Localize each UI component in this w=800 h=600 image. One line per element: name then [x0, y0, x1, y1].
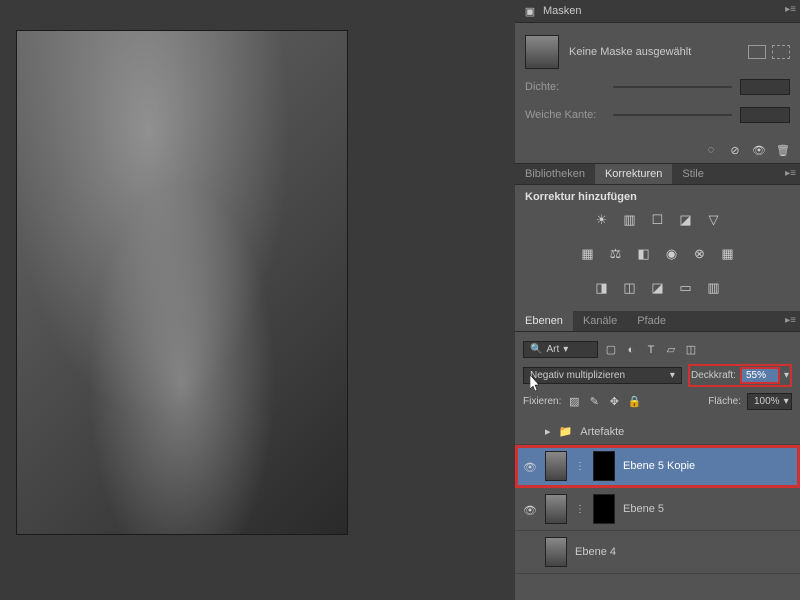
- gradient-map-icon[interactable]: ▭: [676, 279, 696, 297]
- chevron-down-icon[interactable]: ▾: [784, 370, 789, 381]
- lock-all-icon[interactable]: 🔒: [627, 395, 641, 409]
- tab-layers[interactable]: Ebenen: [515, 311, 573, 331]
- color-lookup-icon[interactable]: ▦: [718, 245, 738, 263]
- layer-thumbnail[interactable]: [545, 537, 567, 567]
- blend-mode-label: Negativ multiplizieren: [530, 370, 625, 381]
- layer-name[interactable]: Ebene 4: [575, 546, 616, 558]
- folder-icon: 📁: [559, 425, 573, 438]
- density-label: Dichte:: [525, 81, 605, 93]
- density-value[interactable]: [740, 79, 790, 95]
- mask-thumbnail[interactable]: [525, 35, 559, 69]
- mask-from-selection-icon[interactable]: ◌: [704, 143, 718, 157]
- filter-type-dropdown[interactable]: 🔍 Art ▾: [523, 341, 598, 358]
- cursor-icon: [530, 375, 542, 393]
- chevron-down-icon: ▾: [563, 344, 568, 355]
- layer-name[interactable]: Ebene 5 Kopie: [623, 460, 695, 472]
- tab-libraries[interactable]: Bibliotheken: [515, 164, 595, 184]
- bottom-tab-row: Ebenen Kanäle Pfade ▸≡: [515, 311, 800, 332]
- mask-panel-icon: ▣: [523, 4, 537, 18]
- lock-label: Fixieren:: [523, 396, 561, 407]
- filter-type-label: Art: [546, 344, 559, 355]
- channel-mixer-icon[interactable]: ⊗: [690, 245, 710, 263]
- filter-adjustment-icon[interactable]: ◐: [624, 343, 638, 357]
- opacity-label: Deckkraft:: [691, 370, 736, 381]
- document-image[interactable]: [16, 30, 348, 535]
- selective-color-icon[interactable]: ▥: [704, 279, 724, 297]
- invert-icon[interactable]: ◨: [592, 279, 612, 297]
- tab-channels[interactable]: Kanäle: [573, 311, 627, 331]
- panel-menu-icon[interactable]: ▸≡: [785, 4, 796, 15]
- balance-icon[interactable]: ⚖: [606, 245, 626, 263]
- feather-label: Weiche Kante:: [525, 109, 605, 121]
- layer-ebene4[interactable]: Ebene 4: [515, 531, 800, 574]
- layer-ebene5[interactable]: 👁 ⋮ Ebene 5: [515, 488, 800, 531]
- blend-mode-dropdown[interactable]: Negativ multiplizieren ▾: [523, 367, 682, 384]
- tab-styles[interactable]: Stile: [672, 164, 713, 184]
- filter-smart-icon[interactable]: ◫: [684, 343, 698, 357]
- pixel-mask-icon[interactable]: [748, 45, 766, 59]
- brightness-icon[interactable]: ☀: [592, 211, 612, 229]
- fill-label: Fläche:: [708, 396, 741, 407]
- invert-mask-icon[interactable]: ⊘: [728, 143, 742, 157]
- add-adjustment-label: Korrektur hinzufügen: [525, 191, 790, 203]
- chevron-down-icon: ▾: [670, 370, 675, 381]
- filter-pixel-icon[interactable]: ▢: [604, 343, 618, 357]
- mask-visibility-icon[interactable]: 👁: [752, 143, 766, 157]
- mask-thumbnail[interactable]: [593, 494, 615, 524]
- hue-icon[interactable]: ▦: [578, 245, 598, 263]
- mask-thumbnail[interactable]: [593, 451, 615, 481]
- lock-transparency-icon[interactable]: ▨: [567, 395, 581, 409]
- search-icon: 🔍: [530, 344, 542, 355]
- exposure-icon[interactable]: ◪: [676, 211, 696, 229]
- fill-input[interactable]: 100% ▾: [747, 393, 792, 410]
- layer-name[interactable]: Ebene 5: [623, 503, 664, 515]
- tab-paths[interactable]: Pfade: [627, 311, 676, 331]
- photo-filter-icon[interactable]: ◉: [662, 245, 682, 263]
- disclosure-triangle-icon[interactable]: ▸: [545, 425, 551, 438]
- delete-mask-icon[interactable]: 🗑: [776, 143, 790, 157]
- layer-name[interactable]: Artefakte: [580, 426, 624, 438]
- vibrance-icon[interactable]: ▽: [704, 211, 724, 229]
- visibility-eye-icon[interactable]: 👁: [523, 504, 537, 514]
- layer-thumbnail[interactable]: [545, 451, 567, 481]
- density-slider[interactable]: [613, 86, 732, 88]
- layer-controls: 🔍 Art ▾ ▢ ◐ T ▱ ◫ Negativ multiplizieren…: [515, 332, 800, 419]
- bw-icon[interactable]: ◧: [634, 245, 654, 263]
- opacity-input[interactable]: 55%: [740, 367, 780, 384]
- layer-group-artefakte[interactable]: ▸ 📁 Artefakte: [515, 419, 800, 445]
- mid-tab-row: Bibliotheken Korrekturen Stile ▸≡: [515, 164, 800, 185]
- masks-panel-header: ▣ Masken ▸≡: [515, 0, 800, 23]
- link-icon[interactable]: ⋮: [575, 461, 585, 472]
- layers-list: ▸ 📁 Artefakte 👁 ⋮ Ebene 5 Kopie 👁 ⋮ Eben…: [515, 419, 800, 600]
- mask-status-text: Keine Maske ausgewählt: [569, 46, 691, 58]
- fill-value: 100%: [754, 396, 780, 407]
- panel-menu-icon[interactable]: ▸≡: [785, 168, 796, 179]
- vector-mask-icon[interactable]: [772, 45, 790, 59]
- link-icon[interactable]: ⋮: [575, 504, 585, 515]
- curves-icon[interactable]: ☐: [648, 211, 668, 229]
- feather-value[interactable]: [740, 107, 790, 123]
- masks-footer-icons: ◌ ⊘ 👁 🗑: [515, 137, 800, 164]
- panel-menu-icon[interactable]: ▸≡: [785, 315, 796, 326]
- masks-panel-body: Keine Maske ausgewählt Dichte: Weiche Ka…: [515, 23, 800, 137]
- layer-thumbnail[interactable]: [545, 494, 567, 524]
- layer-ebene5-kopie[interactable]: 👁 ⋮ Ebene 5 Kopie: [515, 445, 800, 488]
- lock-pixels-icon[interactable]: ✎: [587, 395, 601, 409]
- adjustments-panel: Korrektur hinzufügen ☀ ▥ ☐ ◪ ▽ ▦ ⚖ ◧ ◉ ⊗…: [515, 185, 800, 311]
- visibility-eye-icon[interactable]: 👁: [523, 461, 537, 471]
- posterize-icon[interactable]: ◫: [620, 279, 640, 297]
- panels-sidebar: ▣ Masken ▸≡ Keine Maske ausgewählt Dicht…: [515, 0, 800, 600]
- filter-type-icon[interactable]: T: [644, 343, 658, 357]
- masks-title: Masken: [543, 5, 582, 17]
- feather-slider[interactable]: [613, 114, 732, 116]
- canvas-area[interactable]: [0, 0, 515, 600]
- chevron-down-icon: ▾: [784, 396, 789, 407]
- tab-adjustments[interactable]: Korrekturen: [595, 164, 672, 184]
- threshold-icon[interactable]: ◪: [648, 279, 668, 297]
- levels-icon[interactable]: ▥: [620, 211, 640, 229]
- lock-position-icon[interactable]: ✥: [607, 395, 621, 409]
- filter-shape-icon[interactable]: ▱: [664, 343, 678, 357]
